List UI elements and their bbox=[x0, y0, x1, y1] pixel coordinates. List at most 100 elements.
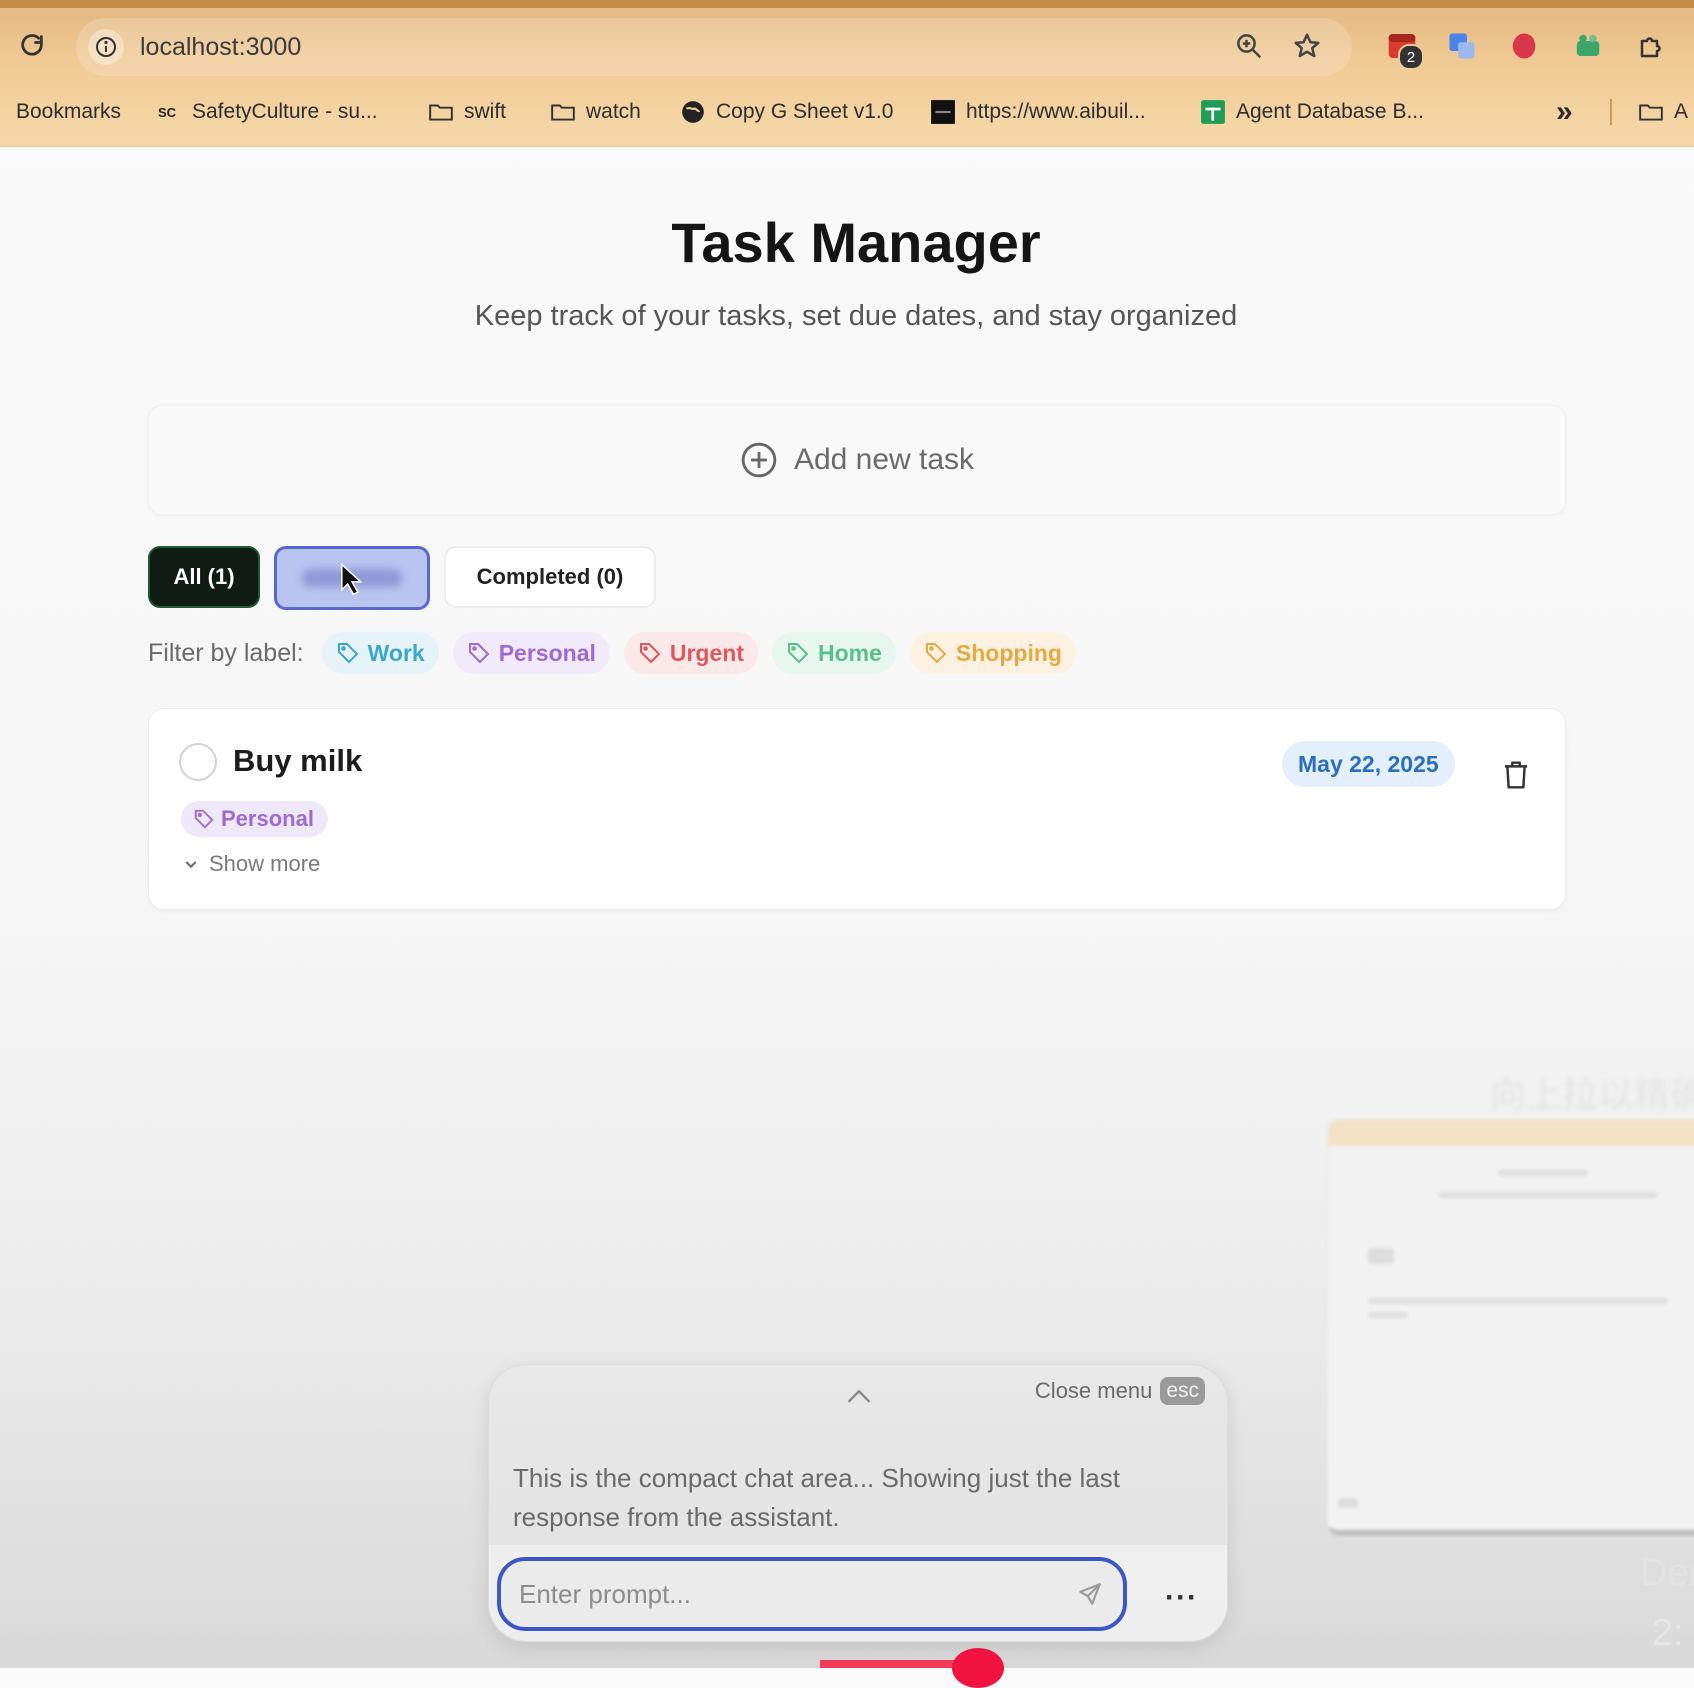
chat-collapse-button[interactable] bbox=[845, 1387, 873, 1410]
label-filter-row: Filter by label: Work Personal Urgent Ho… bbox=[148, 632, 1090, 674]
extension-badge: 2 bbox=[1398, 44, 1424, 70]
bookmarks-divider bbox=[1610, 99, 1612, 125]
bookmark-label: swift bbox=[464, 100, 506, 123]
show-more-label: Show more bbox=[209, 851, 321, 876]
extension-translate[interactable] bbox=[1444, 28, 1480, 64]
bookmark-star-button[interactable] bbox=[1292, 31, 1322, 66]
overflow-chevron-icon: » bbox=[1556, 95, 1573, 128]
address-bar[interactable]: localhost:3000 bbox=[76, 18, 1352, 76]
tag-icon bbox=[194, 809, 214, 829]
chip-label: Urgent bbox=[669, 639, 744, 666]
pip-preview-line bbox=[1338, 1498, 1358, 1508]
tag-icon bbox=[468, 643, 490, 664]
task-complete-checkbox[interactable] bbox=[179, 743, 217, 781]
bookmark-item[interactable]: https://www.aibuil... bbox=[930, 92, 1146, 132]
bookmark-label: Bookmarks bbox=[16, 100, 122, 123]
zoom-button[interactable] bbox=[1234, 31, 1264, 66]
browser-chrome: localhost:3000 2 Bookmarks SC SafetyCult… bbox=[0, 0, 1694, 147]
esc-key-badge: esc bbox=[1160, 1377, 1205, 1405]
send-button[interactable] bbox=[1077, 1581, 1103, 1612]
tab-all[interactable]: All (1) bbox=[148, 546, 260, 608]
task-title: Buy milk bbox=[233, 743, 363, 778]
bookmark-label: Agent Database B... bbox=[1236, 100, 1424, 123]
chip-label: Personal bbox=[498, 639, 596, 666]
corner-caption-bottom: 2: bbox=[1652, 1612, 1684, 1654]
bookmark-item[interactable]: Bookmarks bbox=[16, 92, 121, 132]
delete-task-button[interactable] bbox=[1501, 759, 1531, 796]
extension-green[interactable] bbox=[1570, 28, 1606, 64]
bookmark-item[interactable]: swift bbox=[428, 92, 506, 132]
close-menu-button[interactable]: Close menu esc bbox=[1035, 1377, 1205, 1405]
filter-chip-urgent[interactable]: Urgent bbox=[623, 632, 758, 674]
bookmark-item[interactable]: SC SafetyCulture - su... bbox=[156, 92, 378, 132]
reload-icon bbox=[21, 34, 43, 56]
site-info-button[interactable] bbox=[88, 29, 124, 65]
video-progress-handle[interactable] bbox=[952, 1648, 1004, 1688]
close-menu-label: Close menu bbox=[1034, 1378, 1153, 1403]
page-subtitle: Keep track of your tasks, set due dates,… bbox=[474, 300, 1238, 332]
due-date-badge[interactable]: May 22, 2025 bbox=[1282, 741, 1455, 787]
puzzle-icon bbox=[1640, 37, 1661, 58]
chat-input-row: ··· bbox=[489, 1545, 1227, 1641]
task-label-text: Personal bbox=[221, 806, 314, 831]
bookmark-label: Copy G Sheet v1.0 bbox=[716, 100, 894, 123]
pip-preview-window bbox=[1328, 1120, 1694, 1536]
pip-preview-line bbox=[1438, 1192, 1658, 1198]
bookmarks-overflow-button[interactable]: » bbox=[1556, 92, 1573, 132]
sc-logo-icon: SC bbox=[156, 99, 182, 125]
chevron-down-icon bbox=[185, 861, 197, 869]
bookmarks-bar: Bookmarks SC SafetyCulture - su... swift… bbox=[0, 92, 1694, 132]
tag-icon bbox=[639, 643, 661, 664]
red-blob-extension-icon bbox=[1512, 33, 1536, 59]
green-extension-icon bbox=[1576, 34, 1600, 56]
trash-icon bbox=[1504, 761, 1528, 789]
bookmark-label: https://www.aibuil... bbox=[966, 100, 1146, 123]
chat-more-options-button[interactable]: ··· bbox=[1165, 1581, 1198, 1615]
task-card: Buy milk Personal Show more May 22, 2025 bbox=[148, 708, 1566, 910]
extension-calendar[interactable]: 2 bbox=[1384, 28, 1424, 70]
folder-icon bbox=[1638, 99, 1664, 125]
page-title: Task Manager bbox=[671, 211, 1041, 274]
bookmark-item[interactable]: Agent Database B... bbox=[1200, 92, 1424, 132]
pip-preview-line bbox=[1368, 1298, 1668, 1304]
bookmark-item[interactable]: A bbox=[1638, 92, 1688, 132]
show-more-toggle[interactable]: Show more bbox=[183, 851, 320, 877]
pip-preview-line bbox=[1368, 1248, 1394, 1264]
filter-chip-personal[interactable]: Personal bbox=[452, 632, 610, 674]
extension-red[interactable] bbox=[1506, 28, 1542, 64]
bookmark-label: watch bbox=[586, 100, 641, 123]
pip-caption: 向上拉以精确 bbox=[1490, 1074, 1694, 1115]
bookmark-item[interactable]: watch bbox=[550, 92, 641, 132]
filter-chip-shopping[interactable]: Shopping bbox=[909, 632, 1076, 674]
tab-completed[interactable]: Completed (0) bbox=[444, 546, 656, 608]
chip-label: Home bbox=[818, 639, 882, 666]
translate-extension-icon bbox=[1449, 33, 1475, 59]
prompt-input[interactable] bbox=[497, 1557, 1127, 1631]
bookmark-label: SafetyCulture - su... bbox=[192, 100, 378, 123]
filter-chip-home[interactable]: Home bbox=[772, 632, 896, 674]
assistant-last-message: This is the compact chat area... Showing… bbox=[513, 1463, 1120, 1532]
reload-button[interactable] bbox=[14, 28, 50, 64]
site-logo-icon bbox=[930, 99, 956, 125]
bookmark-label: A bbox=[1674, 100, 1689, 123]
svg-text:SC: SC bbox=[158, 105, 177, 120]
star-icon bbox=[1294, 33, 1320, 58]
send-icon bbox=[1079, 1583, 1101, 1605]
compact-chat-panel: Close menu esc This is the compact chat … bbox=[488, 1364, 1228, 1642]
url-text[interactable]: localhost:3000 bbox=[140, 33, 301, 62]
folder-icon bbox=[428, 99, 454, 125]
tag-icon bbox=[337, 643, 359, 664]
extensions-menu-button[interactable] bbox=[1634, 28, 1670, 64]
chevron-up-icon bbox=[847, 1389, 871, 1403]
chip-label: Shopping bbox=[955, 639, 1062, 666]
tag-icon bbox=[788, 643, 809, 664]
filter-label: Filter by label: bbox=[148, 638, 304, 667]
zoom-in-icon bbox=[1237, 34, 1262, 59]
add-task-button[interactable]: Add new task bbox=[148, 405, 1566, 515]
filter-chip-work[interactable]: Work bbox=[321, 632, 439, 674]
tab-strip bbox=[0, 0, 1694, 8]
task-label-badge: Personal bbox=[181, 801, 328, 837]
bookmark-item[interactable]: Copy G Sheet v1.0 bbox=[680, 92, 893, 132]
pip-preview-line bbox=[1368, 1312, 1408, 1318]
pip-preview-line bbox=[1498, 1170, 1588, 1176]
